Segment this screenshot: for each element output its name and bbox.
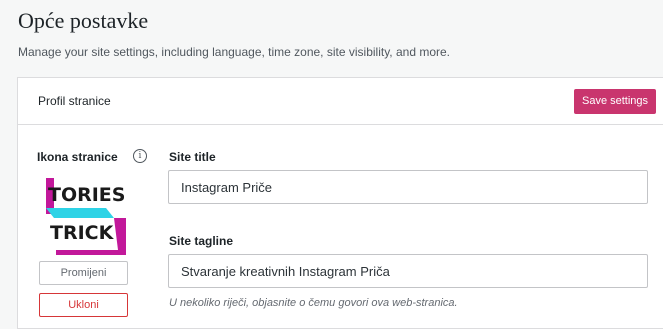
logo-text-bottom: TRICK [50,222,114,244]
save-settings-button[interactable]: Save settings [574,89,657,114]
site-title-input[interactable] [168,170,648,204]
site-tagline-label: Site tagline [169,234,234,248]
card-header: Profil stranice Save settings [18,78,663,125]
logo-text-top: TORIES [48,184,126,206]
site-title-label: Site title [169,150,216,164]
page-title: Opće postavke [18,8,149,33]
settings-card: Profil stranice Save settings Ikona stra… [17,77,663,329]
logo-cyan-stripe [46,208,114,218]
site-logo: TORIES TRICK [46,178,126,255]
remove-icon-button[interactable]: Ukloni [39,293,128,317]
logo-magenta-bar-right [118,218,126,255]
tagline-hint: U nekoliko riječi, objasnite o čemu govo… [169,297,458,309]
page-subtitle: Manage your site settings, including lan… [18,45,451,59]
card-title: Profil stranice [38,94,111,108]
site-icon-label: Ikona stranice [37,150,118,164]
site-tagline-input[interactable] [168,254,648,288]
change-icon-button[interactable]: Promijeni [39,261,128,285]
info-icon[interactable]: i [133,149,147,163]
